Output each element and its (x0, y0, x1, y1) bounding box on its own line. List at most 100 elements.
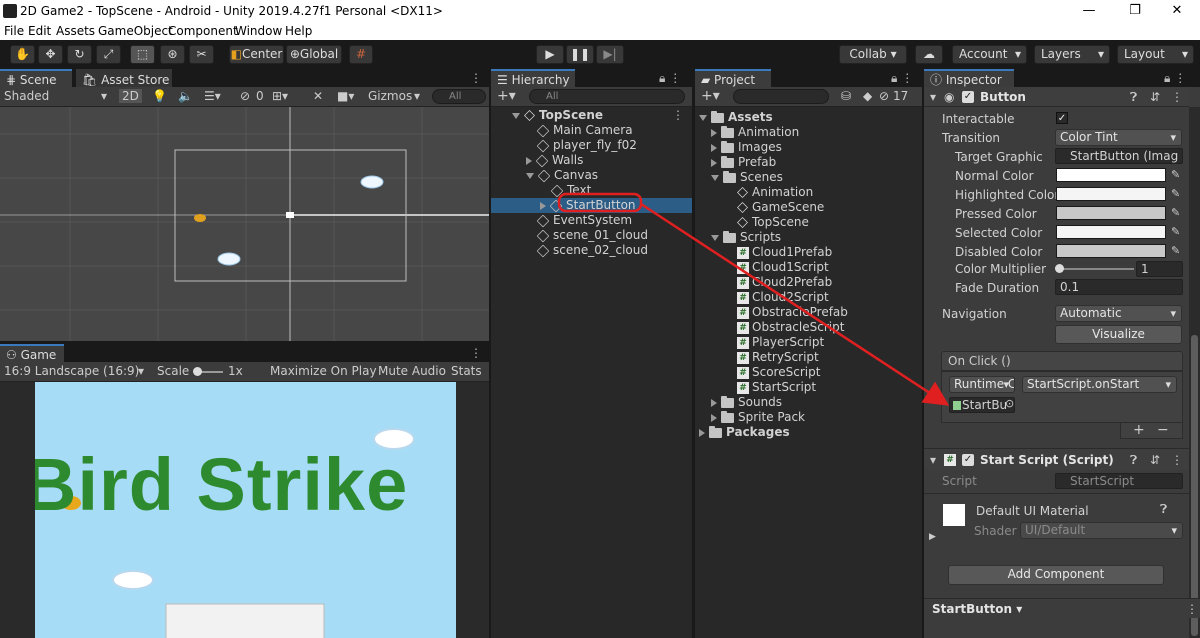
pause-button[interactable]: ❚❚ (566, 45, 594, 64)
fold-arrow-icon[interactable] (699, 428, 705, 437)
tab-hierarchy[interactable]: ☰ Hierarchy (491, 69, 575, 87)
project-item[interactable]: Animation (695, 125, 799, 140)
onclick-add-button[interactable]: + (1133, 422, 1145, 438)
tab-scene[interactable]: ⋕ Scene (0, 69, 72, 87)
tab-inspector[interactable]: ⓘ Inspector (924, 69, 1014, 87)
footer-selection[interactable]: StartButton ▾ (932, 602, 1022, 616)
layers-dropdown[interactable]: Layers ▾ (1034, 45, 1110, 64)
color-swatch[interactable] (1056, 225, 1166, 239)
navigation-dropdown[interactable]: Automatic (1055, 305, 1182, 322)
tools-icon[interactable]: ✕ (313, 89, 323, 103)
fold-arrow-icon[interactable] (711, 158, 717, 167)
component-enabled-checkbox[interactable]: ✓ (962, 91, 974, 103)
mute-audio-toggle[interactable]: Mute Audio (378, 364, 446, 378)
runtime-dropdown[interactable]: Runtime C (949, 376, 1015, 393)
onclick-remove-button[interactable]: − (1157, 422, 1169, 438)
menu-assets[interactable]: Assets (56, 24, 95, 38)
tab-asset-store[interactable]: 🛍 Asset Store (76, 69, 172, 87)
project-item[interactable]: Scenes (695, 170, 783, 185)
shading-mode-dropdown[interactable]: Shaded (4, 89, 49, 103)
maximize-button[interactable]: ❐ (1112, 0, 1158, 22)
transition-dropdown[interactable]: Color Tint (1055, 129, 1182, 146)
project-item[interactable]: # Cloud1Prefab (695, 245, 832, 260)
color-multiplier-field[interactable]: 1 (1136, 261, 1183, 277)
menu-window[interactable]: Window (235, 24, 282, 38)
fold-arrow-icon[interactable] (526, 156, 532, 165)
component-menu-icon[interactable]: ⋮ (1171, 90, 1183, 104)
hierarchy-item[interactable]: StartButton (491, 198, 692, 213)
script-fold-icon[interactable]: ▾ (930, 453, 936, 467)
help-icon[interactable]: ❓︎ (1130, 90, 1137, 105)
tab-project[interactable]: ▰ Project (695, 69, 771, 87)
tab-game[interactable]: ⚇ Game (0, 344, 64, 362)
project-item[interactable]: Animation (695, 185, 813, 200)
fold-arrow-icon[interactable] (526, 172, 534, 179)
scene-search-input[interactable]: All (432, 89, 486, 104)
fold-arrow-icon[interactable] (711, 398, 717, 407)
project-item[interactable]: Prefab (695, 155, 776, 170)
menu-edit[interactable]: Edit (28, 24, 51, 38)
hierarchy-item[interactable]: player_fly_f02 (491, 138, 692, 153)
object-picker-icon[interactable]: ⊙ (1005, 397, 1014, 410)
eyedropper-icon[interactable]: ✎ (1171, 244, 1183, 258)
grid-icon[interactable]: ⊞▾ (272, 89, 288, 103)
color-swatch[interactable] (1056, 206, 1166, 220)
step-button[interactable]: ▶| (596, 45, 624, 64)
project-item[interactable]: Images (695, 140, 782, 155)
hierarchy-item[interactable]: Canvas (491, 168, 692, 183)
scene-cloud-1[interactable] (360, 175, 384, 189)
eyedropper-icon[interactable]: ✎ (1171, 206, 1183, 220)
menu-file[interactable]: File (4, 24, 24, 38)
aspect-dropdown[interactable]: 16:9 Landscape (16:9) (4, 364, 139, 378)
play-button[interactable]: ▶ (536, 45, 564, 64)
cloud-icon[interactable]: ☁ (915, 45, 943, 64)
function-dropdown[interactable]: StartScript.onStart (1022, 376, 1177, 393)
hierarchy-item[interactable]: scene_02_cloud (491, 243, 692, 258)
project-item[interactable]: GameScene (695, 200, 824, 215)
lighting-icon[interactable]: 💡 (152, 89, 167, 103)
scrollbar-thumb[interactable] (1191, 335, 1198, 636)
add-component-button[interactable]: Add Component (948, 565, 1164, 585)
inspector-lock-icon[interactable]: 🔒︎ ⋮ (1164, 71, 1186, 86)
fold-arrow-icon[interactable] (711, 143, 717, 152)
pivot-toggle-button[interactable]: ◧Center (229, 45, 284, 64)
project-search-input[interactable] (733, 89, 829, 104)
footer-menu-icon[interactable]: ⋮ (1186, 602, 1198, 616)
rotate-tool-icon[interactable]: ↻ (67, 45, 92, 64)
create-plus-icon[interactable]: +▾ (497, 88, 516, 104)
hidden-packages-icon[interactable]: ⊘ (879, 89, 889, 103)
project-item[interactable]: Sprite Pack (695, 410, 805, 425)
transform-tool-icon[interactable]: ⊛ (160, 45, 185, 64)
material-fold-icon[interactable]: ▶ (929, 532, 936, 542)
mode-2d-button[interactable]: 2D (119, 89, 142, 103)
audio-icon[interactable]: 🔈 (178, 89, 193, 103)
close-button[interactable]: ✕ (1154, 0, 1200, 22)
visualize-button[interactable]: Visualize (1055, 325, 1182, 344)
hierarchy-item[interactable]: Walls (491, 153, 692, 168)
hierarchy-item[interactable]: Text (491, 183, 692, 198)
inspector-scrollbar[interactable] (1189, 107, 1200, 638)
fold-arrow-icon[interactable] (512, 112, 520, 119)
space-toggle-button[interactable]: ⊕Global (286, 45, 342, 64)
start-script-header[interactable]: ▾ # ✓ Start Script (Script) ❓︎ ⇵ ⋮ (924, 448, 1189, 470)
hierarchy-item[interactable]: Main Camera (491, 123, 692, 138)
scale-tool-icon[interactable]: ⤢ (96, 45, 121, 64)
project-item[interactable]: # PlayerScript (695, 335, 824, 350)
effects-icon[interactable]: ☰▾ (204, 89, 221, 103)
menu-gameobject[interactable]: GameObject (98, 24, 173, 38)
scene-lock-icon[interactable]: ⋮ (470, 71, 482, 85)
script-menu-icon[interactable]: ⋮ (1171, 453, 1183, 467)
color-swatch[interactable] (1056, 244, 1166, 258)
hierarchy-item[interactable]: EventSystem (491, 213, 692, 228)
fold-arrow-icon[interactable] (711, 234, 719, 241)
project-item[interactable]: # ObstraclePrefab (695, 305, 848, 320)
project-item[interactable]: TopScene (695, 215, 809, 230)
button-component-header[interactable]: ▾ ◉ ✓ Button ❓︎ ⇵ ⋮ (924, 87, 1189, 107)
color-multiplier-thumb[interactable] (1055, 264, 1064, 273)
hierarchy-item[interactable]: scene_01_cloud (491, 228, 692, 243)
project-item[interactable]: Scripts (695, 230, 781, 245)
project-create-icon[interactable]: +▾ (701, 88, 720, 104)
fold-arrow-icon[interactable] (540, 201, 546, 210)
stats-toggle[interactable]: Stats (451, 364, 482, 378)
color-swatch[interactable] (1056, 168, 1166, 182)
